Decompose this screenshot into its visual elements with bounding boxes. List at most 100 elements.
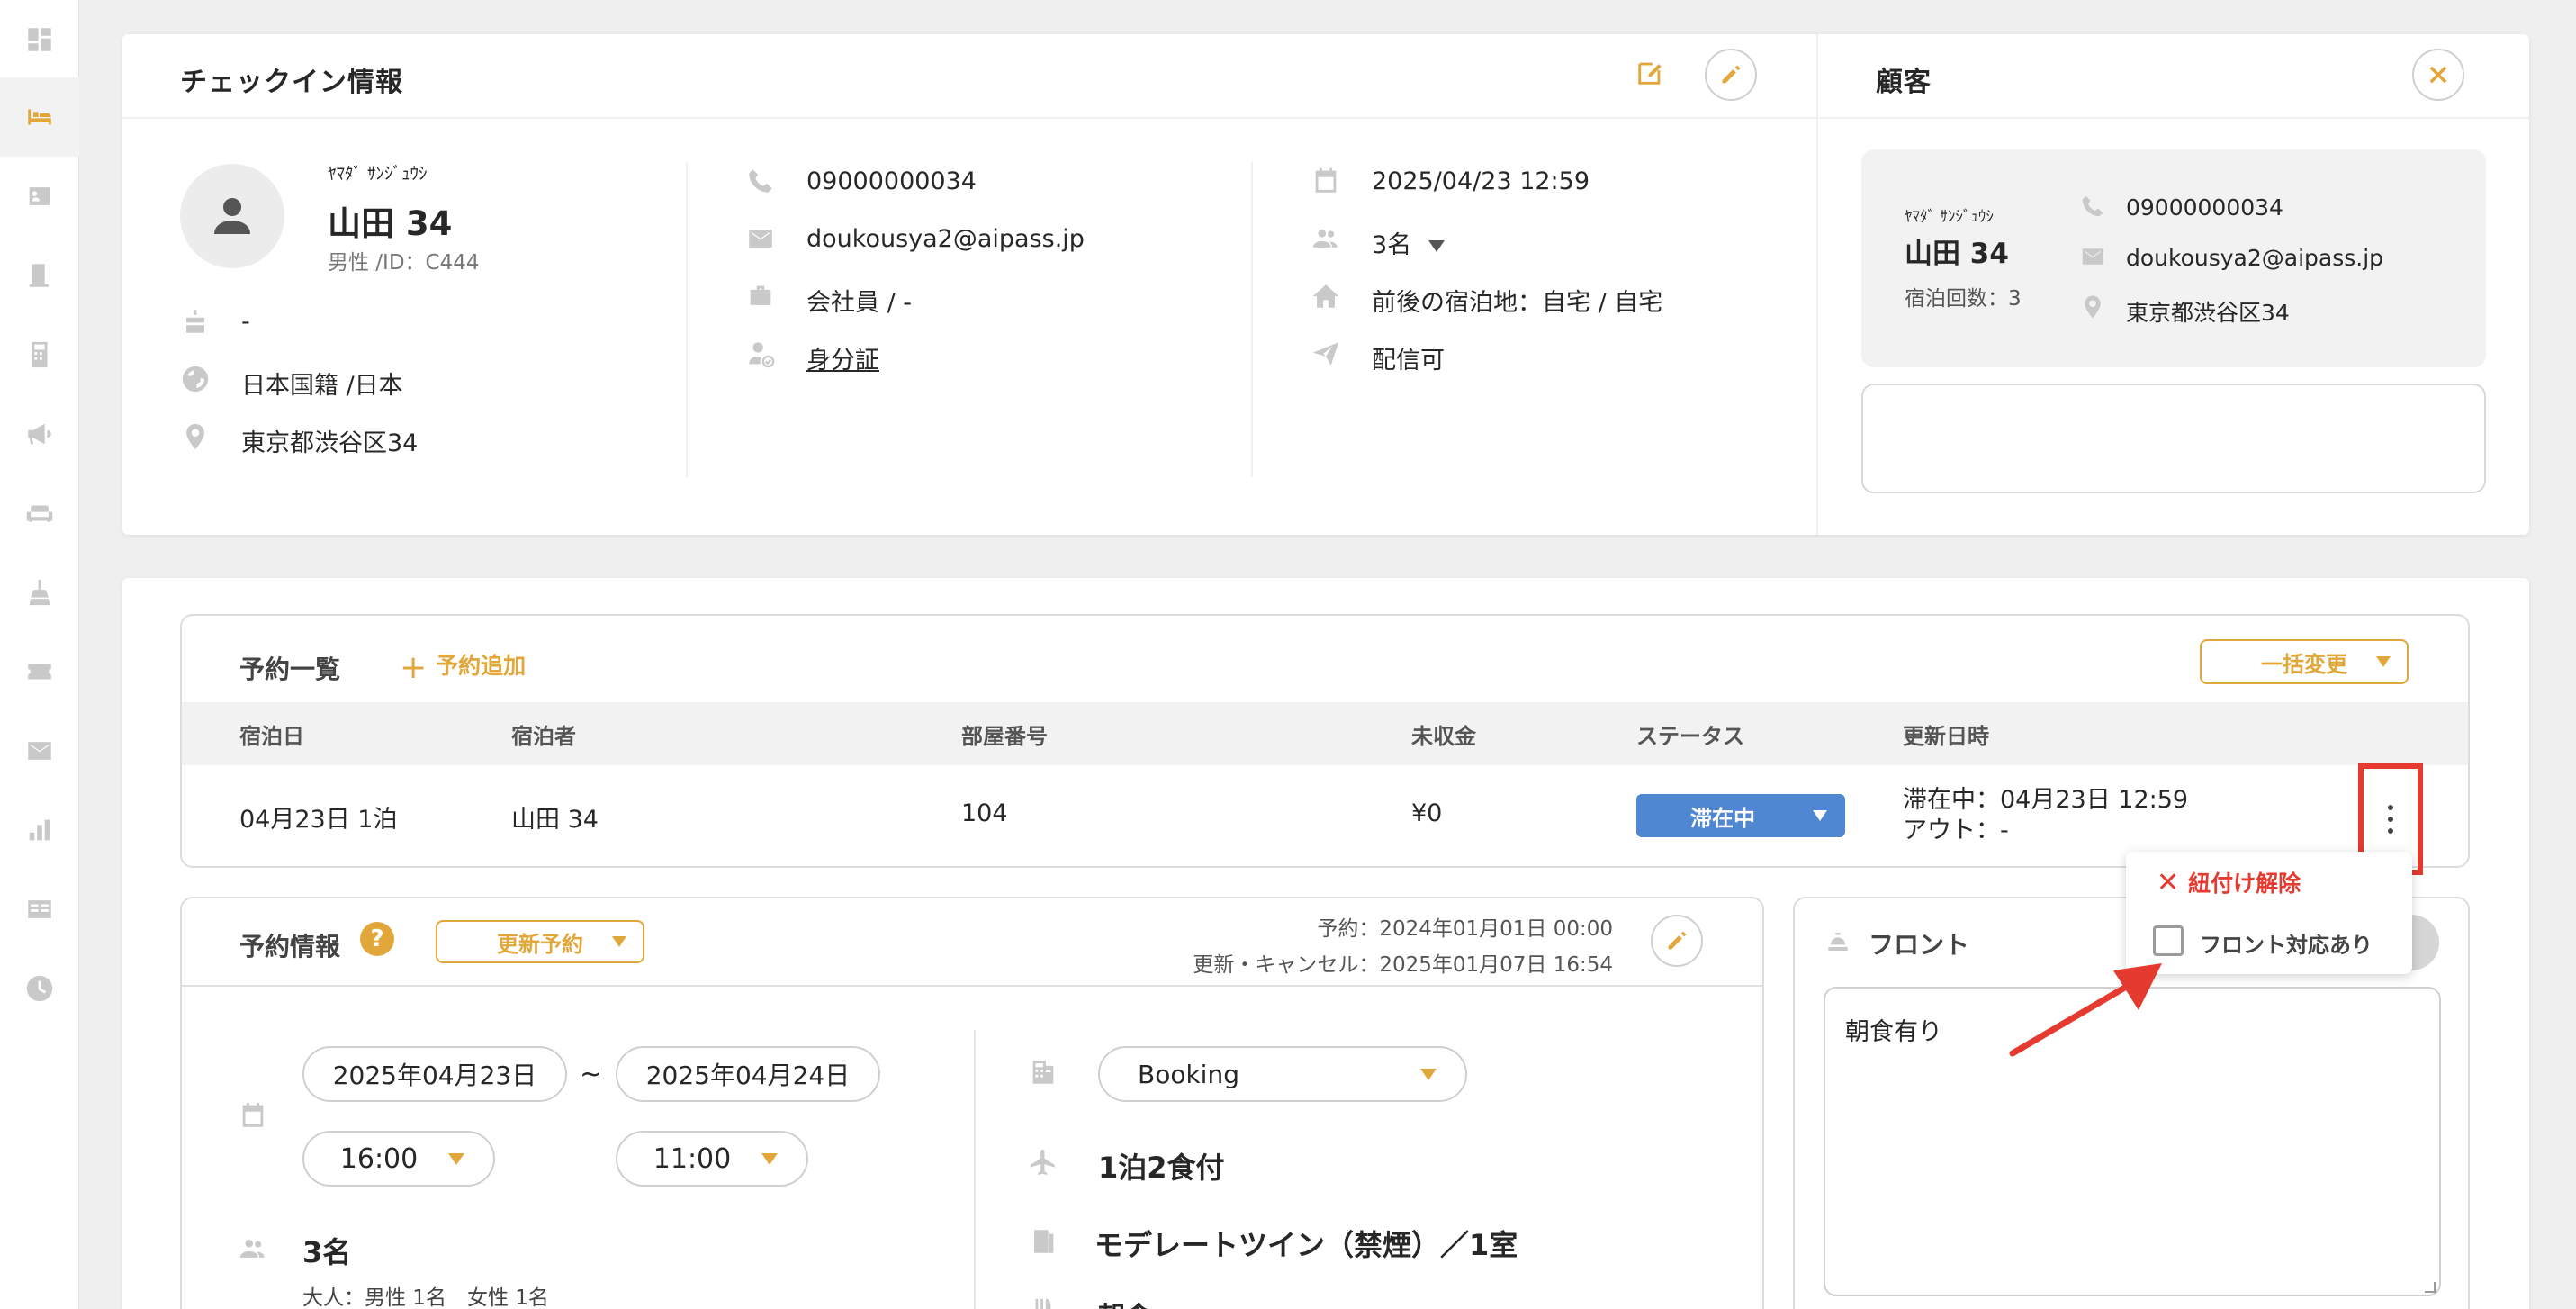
guest-email: doukousya2@aipass.jp xyxy=(806,225,1085,253)
front-title: フロント xyxy=(1869,930,1970,960)
person-check-icon xyxy=(745,339,776,369)
status-select[interactable]: 滞在中 xyxy=(1636,794,1845,837)
channel-icon xyxy=(1028,1057,1058,1088)
kebab-icon xyxy=(2388,805,2393,834)
bulk-change-label: 一括変更 xyxy=(2261,651,2347,677)
checkin-time-select[interactable]: 16:00 xyxy=(302,1131,495,1187)
caret-down-icon xyxy=(448,1153,464,1165)
checkout-date-field[interactable]: 2025年04月24日 xyxy=(616,1046,880,1102)
front-flag-label[interactable]: フロント対応あり xyxy=(2200,927,2373,959)
people-icon xyxy=(1311,223,1341,254)
edit-checkin-button[interactable] xyxy=(1705,49,1757,101)
date-range-separator: ~ xyxy=(580,1059,603,1090)
dashboard-icon[interactable] xyxy=(0,0,79,79)
calendar-icon xyxy=(1311,166,1341,196)
customer-stays: 宿泊回数：3 xyxy=(1905,287,2022,311)
row-room: 104 xyxy=(961,799,1008,827)
reservation-info-title: 予約情報 xyxy=(239,932,341,961)
customer-phone: 09000000034 xyxy=(2126,194,2283,221)
checkin-date-field[interactable]: 2025年04月23日 xyxy=(302,1046,567,1102)
row-date: 04月23日 1泊 xyxy=(239,806,398,834)
checkout-time-select[interactable]: 11:00 xyxy=(616,1131,808,1187)
checkin-header-divider xyxy=(122,117,1818,119)
guest-meta: 男性 /ID：C444 xyxy=(328,251,480,275)
guest-phone: 09000000034 xyxy=(806,167,977,195)
clock-icon[interactable] xyxy=(0,949,79,1028)
front-flag-checkbox[interactable] xyxy=(2153,925,2184,956)
avatar xyxy=(180,164,284,268)
close-customer-button[interactable] xyxy=(2412,49,2464,101)
caret-down-icon xyxy=(761,1153,778,1165)
updated-out: アウト：- xyxy=(1903,817,2009,844)
update-reservation-select[interactable]: 更新予約 xyxy=(436,920,644,963)
contact-card-icon[interactable] xyxy=(0,157,79,236)
people-count: 3名 xyxy=(1372,231,1412,259)
people-count-select[interactable]: 3名 xyxy=(1372,225,1445,260)
people-icon xyxy=(238,1233,268,1264)
mail-icon[interactable] xyxy=(0,711,79,790)
channel-label: Booking xyxy=(1138,1059,1239,1089)
row-unpaid: ¥0 xyxy=(1411,799,1443,827)
sidebar xyxy=(0,0,79,1309)
updated-stay: 滞在中：04月23日 12:59 xyxy=(1903,786,2189,814)
reservation-people: 3名 xyxy=(302,1235,352,1269)
sofa-icon[interactable] xyxy=(0,474,79,553)
meal-icon xyxy=(1028,1296,1058,1309)
close-icon xyxy=(2429,66,2447,84)
customer-name: 山田 34 xyxy=(1905,238,2009,270)
broom-icon[interactable] xyxy=(0,553,79,632)
checkin-title: チェックイン情報 xyxy=(180,67,403,98)
close-icon: ✕ xyxy=(2157,867,2180,898)
location-pin-icon xyxy=(2079,293,2106,320)
send-icon xyxy=(1311,339,1341,369)
mail-icon xyxy=(745,223,776,254)
column-header-date: 宿泊日 xyxy=(239,724,304,749)
resize-handle[interactable] xyxy=(2425,1282,2436,1293)
id-document-link[interactable]: 身分証 xyxy=(806,340,879,375)
room-door-icon xyxy=(1028,1226,1058,1257)
column-header-status: ステータス xyxy=(1636,724,1744,749)
front-desk-icon xyxy=(1824,925,1852,954)
pencil-icon xyxy=(1668,931,1687,950)
edit-reservation-button[interactable] xyxy=(1651,915,1703,967)
add-reservation-label: 予約追加 xyxy=(436,653,527,679)
help-icon[interactable]: ? xyxy=(360,922,394,956)
room-type: モデレートツイン（禁煙）／1室 xyxy=(1094,1228,1518,1262)
booked-datetime: 予約：2024年01月01日 00:00 xyxy=(1317,917,1613,941)
calendar-icon xyxy=(238,1100,268,1131)
location-pin-icon xyxy=(180,421,211,452)
customer-memo-field[interactable] xyxy=(1861,384,2486,493)
mail-icon xyxy=(2079,243,2106,270)
bar-chart-icon[interactable] xyxy=(0,790,79,870)
unlink-menu-item[interactable]: ✕ 紐付け解除 xyxy=(2157,866,2301,898)
unlink-label: 紐付け解除 xyxy=(2188,871,2301,897)
list-card-icon[interactable] xyxy=(0,870,79,949)
ticket-icon[interactable] xyxy=(0,632,79,711)
reservation-info-column-divider xyxy=(974,1030,976,1309)
customer-header-divider xyxy=(1818,117,2529,119)
row-guest: 山田 34 xyxy=(511,806,599,834)
phone-icon xyxy=(2079,193,2106,220)
megaphone-icon[interactable] xyxy=(0,394,79,474)
plus-icon: + xyxy=(400,648,428,686)
door-icon[interactable] xyxy=(0,236,79,315)
calculator-icon[interactable] xyxy=(0,315,79,394)
bulk-change-select[interactable]: 一括変更 xyxy=(2200,639,2409,684)
pencil-icon xyxy=(1722,65,1741,84)
column-header-unpaid: 未収金 xyxy=(1411,724,1476,749)
person-icon xyxy=(214,198,250,234)
customer-email: doukousya2@aipass.jp xyxy=(2126,245,2384,271)
bed-icon[interactable] xyxy=(0,77,79,157)
caret-down-icon xyxy=(2376,656,2391,667)
customer-address: 東京都渋谷区34 xyxy=(2126,300,2290,326)
column-header-guest: 宿泊者 xyxy=(511,724,576,749)
column-header-room: 部屋番号 xyxy=(961,724,1048,749)
guest-name: 山田 34 xyxy=(328,204,453,243)
add-reservation-button[interactable]: + 予約追加 xyxy=(400,648,526,686)
edit-note-icon[interactable] xyxy=(1635,58,1665,88)
card-vertical-divider xyxy=(1816,34,1818,535)
checkout-time: 11:00 xyxy=(653,1142,732,1175)
briefcase-icon xyxy=(745,281,776,311)
channel-select[interactable]: Booking xyxy=(1098,1046,1467,1102)
plane-icon xyxy=(1028,1147,1058,1178)
